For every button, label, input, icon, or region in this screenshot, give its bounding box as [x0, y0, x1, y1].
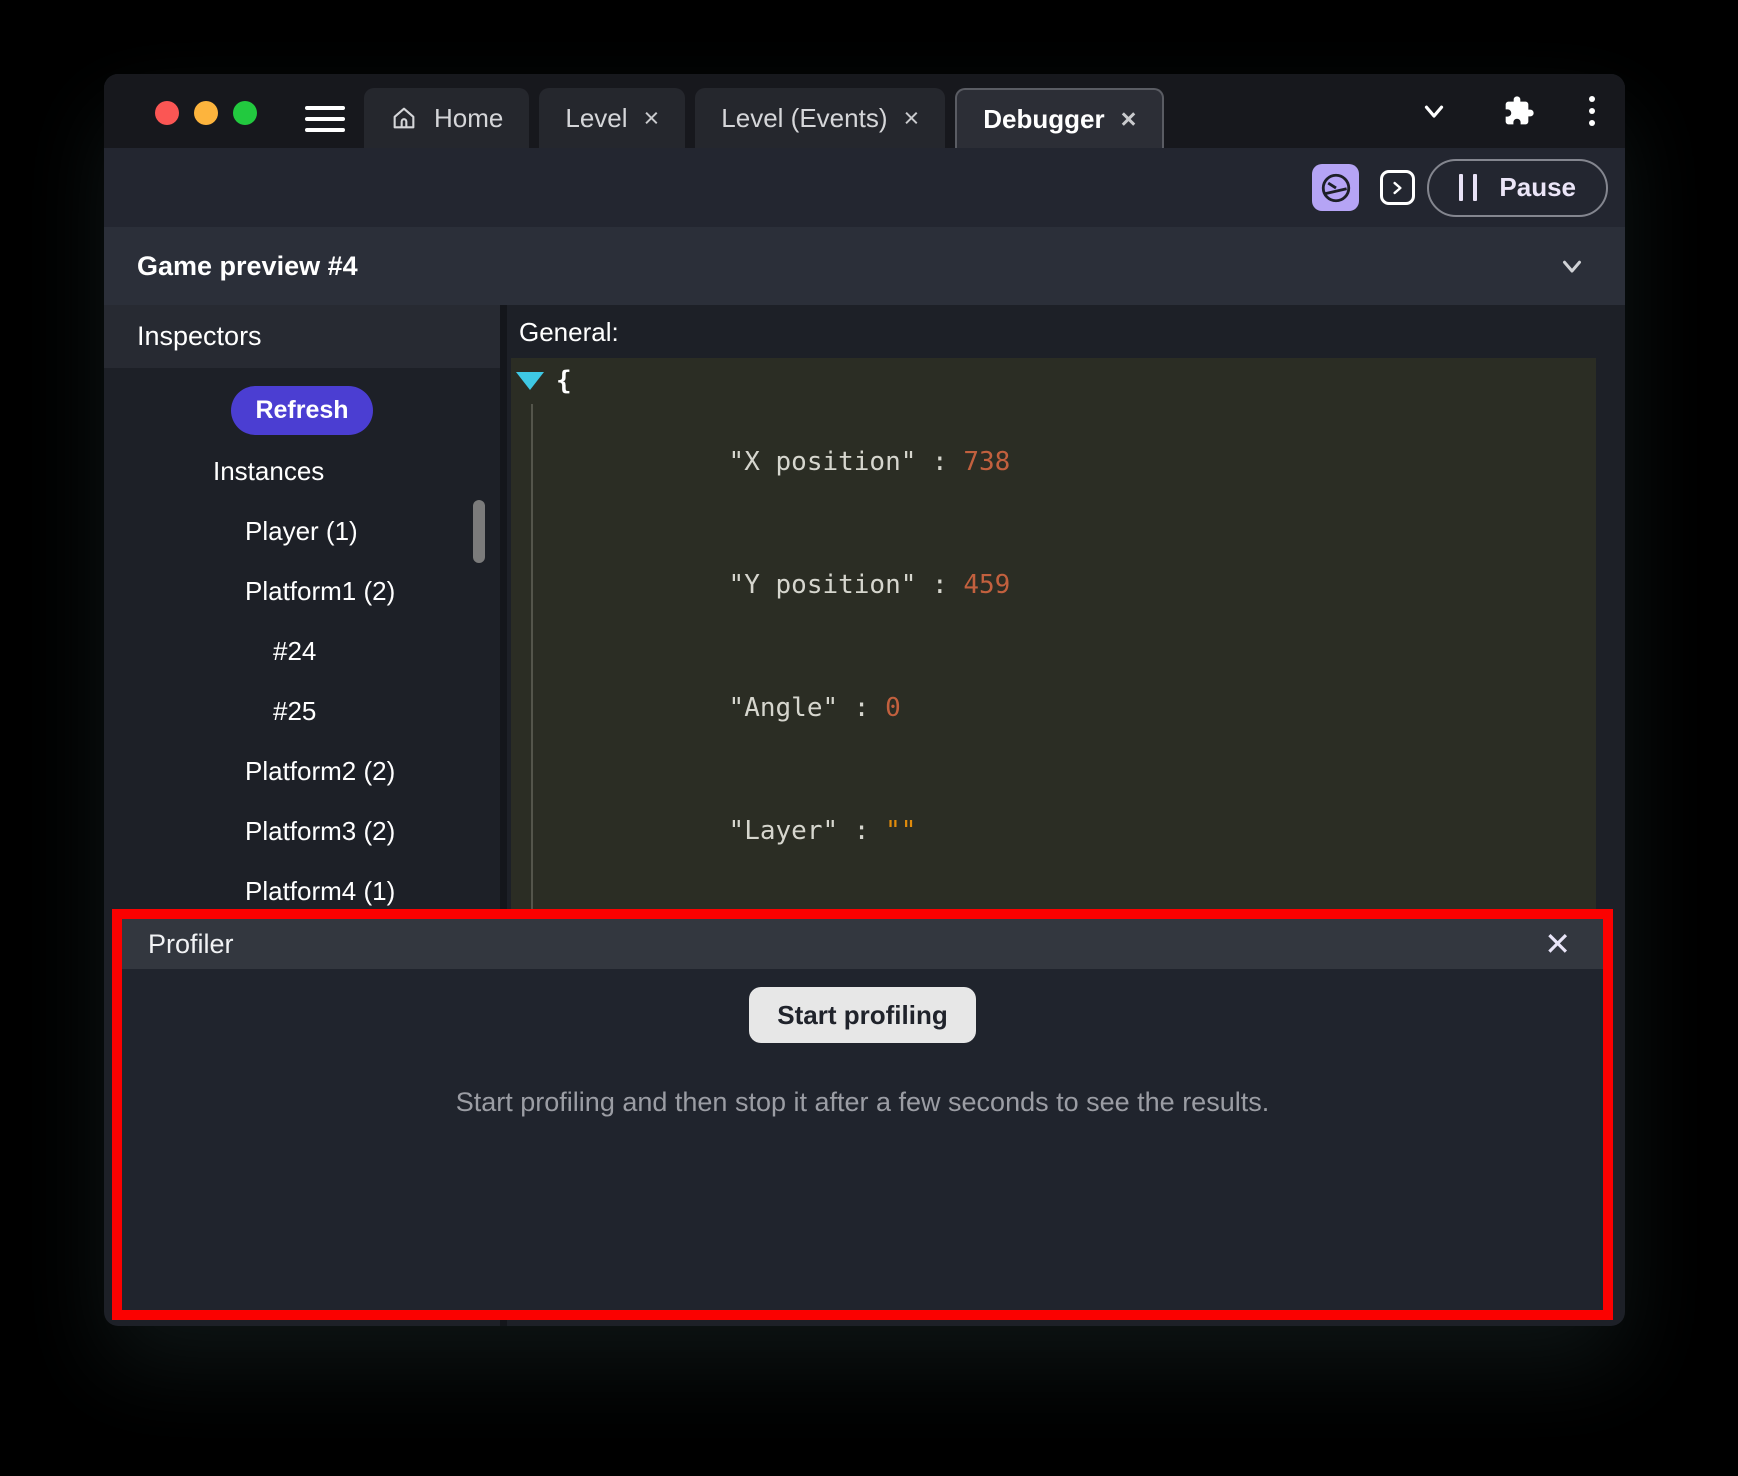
profiler-panel: Profiler ✕ Start profiling Start profili… — [112, 909, 1613, 1320]
json-row: "X position" : 738 — [511, 401, 1596, 524]
json-key: "Layer" — [729, 816, 839, 846]
home-icon — [390, 104, 418, 132]
general-label: General: — [519, 319, 1596, 346]
minimize-window-button[interactable] — [194, 101, 218, 125]
sidebar-scrollbar[interactable] — [473, 500, 485, 563]
tab-label: Debugger — [983, 104, 1104, 135]
titlebar-actions — [1419, 74, 1595, 148]
maximize-window-button[interactable] — [233, 101, 257, 125]
pause-button[interactable]: Pause — [1427, 159, 1608, 217]
start-profiling-button[interactable]: Start profiling — [749, 987, 975, 1043]
json-value: "" — [885, 816, 916, 846]
profiler-body: Start profiling Start profiling and then… — [122, 969, 1603, 1118]
debugger-toolbar: Pause — [104, 148, 1625, 227]
tab-label: Level (Events) — [721, 103, 887, 134]
tree-item-24[interactable]: #24 — [104, 621, 500, 681]
profiler-header: Profiler ✕ — [122, 919, 1603, 969]
close-tab-icon[interactable]: × — [644, 105, 660, 132]
window-controls — [155, 101, 257, 125]
console-button[interactable] — [1380, 170, 1415, 205]
tree-item-platform2[interactable]: Platform2 (2) — [104, 741, 500, 801]
pause-label: Pause — [1499, 172, 1576, 203]
tab-label: Home — [434, 103, 503, 134]
close-profiler-icon[interactable]: ✕ — [1538, 927, 1577, 961]
profiler-instructions: Start profiling and then stop it after a… — [122, 1087, 1603, 1118]
title-bar: Home Level × Level (Events) × Debugger × — [104, 74, 1625, 148]
profiler-gauge-button[interactable] — [1312, 164, 1359, 211]
instances-tree: Instances Player (1) Platform1 (2) #24 #… — [104, 441, 500, 921]
tree-item-platform3[interactable]: Platform3 (2) — [104, 801, 500, 861]
tree-item-instances[interactable]: Instances — [104, 441, 500, 501]
chevron-down-icon[interactable] — [1557, 251, 1587, 281]
tree-item-player[interactable]: Player (1) — [104, 501, 500, 561]
inspectors-header: Inspectors — [104, 305, 500, 368]
tab-level[interactable]: Level × — [539, 88, 685, 148]
profiler-title: Profiler — [148, 929, 234, 960]
tree-item-platform1[interactable]: Platform1 (2) — [104, 561, 500, 621]
game-preview-title: Game preview #4 — [137, 251, 358, 282]
close-tab-icon[interactable]: × — [1121, 106, 1137, 133]
tab-home[interactable]: Home — [364, 88, 529, 148]
close-window-button[interactable] — [155, 101, 179, 125]
json-value: 0 — [885, 693, 901, 723]
pause-icon — [1459, 174, 1477, 201]
tab-label: Level — [565, 103, 627, 134]
tree-item-25[interactable]: #25 — [104, 681, 500, 741]
game-preview-selector[interactable]: Game preview #4 — [104, 227, 1625, 305]
json-row: "Layer" : "" — [511, 770, 1596, 893]
refresh-button[interactable]: Refresh — [231, 386, 372, 435]
json-row: "Angle" : 0 — [511, 647, 1596, 770]
json-open-brace: { — [556, 366, 572, 396]
json-row: "Y position" : 459 — [511, 524, 1596, 647]
hamburger-menu-icon[interactable] — [305, 106, 345, 132]
json-key: "Y position" — [729, 570, 917, 600]
json-key: "X position" — [729, 447, 917, 477]
collapse-triangle-icon[interactable] — [516, 372, 544, 390]
close-tab-icon[interactable]: × — [903, 105, 919, 132]
extensions-puzzle-icon[interactable] — [1503, 95, 1535, 127]
kebab-menu-icon[interactable] — [1589, 96, 1595, 126]
tab-level-events[interactable]: Level (Events) × — [695, 88, 945, 148]
json-key: "Angle" — [729, 693, 839, 723]
chevron-down-icon[interactable] — [1419, 96, 1449, 126]
app-window: Home Level × Level (Events) × Debugger × — [104, 74, 1625, 1326]
json-value: 738 — [963, 447, 1010, 477]
tab-bar: Home Level × Level (Events) × Debugger × — [364, 88, 1164, 148]
tab-debugger[interactable]: Debugger × — [955, 88, 1164, 148]
json-value: 459 — [963, 570, 1010, 600]
